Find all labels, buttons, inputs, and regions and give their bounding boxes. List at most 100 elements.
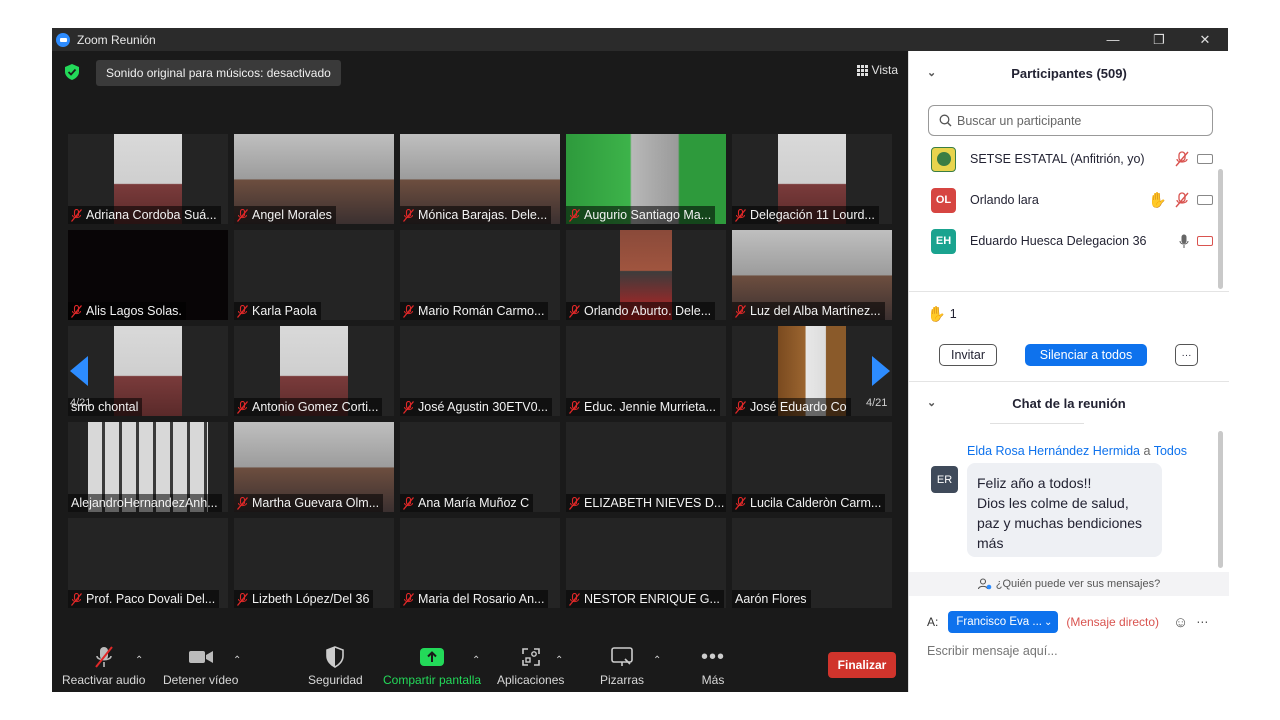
recipient-name: Todos bbox=[1153, 444, 1188, 458]
participant-name-label: Adriana Cordoba Suá... bbox=[68, 206, 221, 224]
chat-more-icon[interactable]: ⋯ bbox=[1196, 615, 1208, 629]
emoji-icon[interactable]: ☺ bbox=[1173, 614, 1188, 631]
participant-name-label: Educ. Jennie Murrieta... bbox=[566, 398, 721, 416]
people-icon bbox=[977, 578, 992, 590]
recipient-select[interactable]: Francisco Eva ... ⌄ bbox=[948, 611, 1059, 633]
avatar: EH bbox=[931, 228, 956, 254]
mute-all-button[interactable]: Silenciar a todos bbox=[1025, 344, 1147, 366]
more-button[interactable]: ••• Más bbox=[701, 645, 725, 688]
camera-icon[interactable] bbox=[1197, 195, 1213, 205]
participant-row[interactable]: OL Orlando lara ✋ bbox=[931, 180, 1213, 220]
view-label: Vista bbox=[871, 63, 898, 77]
participant-name: José Agustin 30ETV0... bbox=[418, 400, 548, 414]
mic-muted-icon bbox=[237, 208, 248, 222]
previous-page-arrow-icon[interactable] bbox=[70, 356, 88, 386]
raised-hands-number: 1 bbox=[949, 307, 957, 321]
camera-off-icon[interactable] bbox=[1197, 236, 1213, 246]
participant-name: Educ. Jennie Murrieta... bbox=[584, 400, 717, 414]
participant-tile[interactable]: Aarón Flores bbox=[732, 518, 892, 608]
participant-tile[interactable]: Adriana Cordoba Suá... bbox=[68, 134, 228, 224]
participant-tile[interactable]: smo chontal bbox=[68, 326, 228, 416]
share-screen-button[interactable]: Compartir pantalla bbox=[383, 645, 481, 687]
stop-video-button[interactable]: Detener vídeo bbox=[163, 645, 238, 687]
participant-tile[interactable]: Ana María Muñoz C bbox=[400, 422, 560, 512]
camera-icon[interactable] bbox=[1197, 154, 1213, 164]
who-can-see-messages-link[interactable]: ¿Quién puede ver sus mensajes? bbox=[909, 572, 1229, 596]
participant-tile[interactable]: Antonio Gomez Corti... bbox=[234, 326, 394, 416]
participant-name: Martha Guevara Olm... bbox=[252, 496, 380, 510]
mic-muted-icon bbox=[403, 208, 414, 222]
participant-tile[interactable]: Mario Román Carmo... bbox=[400, 230, 560, 320]
apps-options-caret[interactable]: ⌃ bbox=[555, 655, 563, 666]
participant-name-label: Karla Paola bbox=[234, 302, 321, 320]
participant-name-label: Antonio Gomez Corti... bbox=[234, 398, 383, 416]
participant-row[interactable]: SETSE ESTATAL (Anfitrión, yo) bbox=[931, 139, 1213, 179]
mic-muted-icon bbox=[569, 208, 580, 222]
participant-name: Aarón Flores bbox=[735, 592, 807, 606]
whiteboards-button[interactable]: Pizarras bbox=[600, 645, 644, 687]
participants-scrollbar[interactable] bbox=[1218, 169, 1223, 289]
participant-tile[interactable]: AlejandroHernandezAnh... bbox=[68, 422, 228, 512]
sound-badge-label: Sonido original para músicos: desactivad… bbox=[106, 66, 331, 80]
participant-tile[interactable]: Prof. Paco Dovali Del... bbox=[68, 518, 228, 608]
participant-tile[interactable]: Karla Paola bbox=[234, 230, 394, 320]
participant-tile[interactable]: Alis Lagos Solas. bbox=[68, 230, 228, 320]
chat-scrollbar[interactable] bbox=[1218, 431, 1223, 568]
participant-name: NESTOR ENRIQUE G... bbox=[584, 592, 720, 606]
whiteboards-options-caret[interactable]: ⌃ bbox=[653, 655, 661, 666]
chat-top-divider bbox=[990, 423, 1084, 424]
shield-icon bbox=[326, 646, 345, 668]
participant-name-label: Lizbeth López/Del 36 bbox=[234, 590, 374, 608]
mic-muted-icon[interactable] bbox=[1175, 151, 1189, 167]
minimize-button[interactable]: — bbox=[1090, 28, 1136, 51]
participant-tile[interactable]: Delegación 11 Lourd... bbox=[732, 134, 892, 224]
mic-icon[interactable] bbox=[1179, 234, 1189, 249]
participant-row[interactable]: EH Eduardo Huesca Delegacion 36 bbox=[931, 221, 1213, 261]
participant-tile[interactable]: Orlando Aburto. Dele... bbox=[566, 230, 726, 320]
participant-tile[interactable]: Augurio Santiago Ma... bbox=[566, 134, 726, 224]
mic-off-icon bbox=[94, 646, 113, 668]
share-options-caret[interactable]: ⌃ bbox=[472, 655, 480, 666]
raised-hand-icon: ✋ bbox=[1148, 192, 1167, 209]
apps-button[interactable]: Aplicaciones bbox=[497, 645, 564, 687]
collapse-chat-chevron-icon[interactable]: ⌄ bbox=[927, 396, 936, 409]
original-sound-badge[interactable]: Sonido original para músicos: desactivad… bbox=[96, 60, 341, 86]
mic-muted-icon bbox=[403, 496, 414, 510]
video-options-caret[interactable]: ⌃ bbox=[233, 655, 241, 666]
participant-search-input[interactable]: Buscar un participante bbox=[928, 105, 1213, 136]
participant-tile[interactable]: Angel Morales bbox=[234, 134, 394, 224]
unmute-audio-button[interactable]: Reactivar audio bbox=[62, 645, 145, 687]
participant-tile[interactable]: ELIZABETH NIEVES D... bbox=[566, 422, 726, 512]
collapse-participants-chevron-icon[interactable]: ⌄ bbox=[927, 66, 936, 79]
participant-tile[interactable]: Luz del Alba Martínez... bbox=[732, 230, 892, 320]
participant-tile[interactable]: Maria del Rosario An... bbox=[400, 518, 560, 608]
participant-tile[interactable]: Mónica Barajas. Dele... bbox=[400, 134, 560, 224]
mic-muted-icon bbox=[403, 592, 414, 606]
next-page-arrow-icon[interactable] bbox=[872, 356, 890, 386]
participant-name-label: Martha Guevara Olm... bbox=[234, 494, 384, 512]
participant-tile[interactable]: NESTOR ENRIQUE G... bbox=[566, 518, 726, 608]
close-button[interactable]: ✕ bbox=[1182, 28, 1228, 51]
end-meeting-button[interactable]: Finalizar bbox=[828, 652, 896, 678]
participant-name: Ana María Muñoz C bbox=[418, 496, 530, 510]
chat-message-input[interactable] bbox=[927, 640, 1217, 662]
participant-tile[interactable]: Martha Guevara Olm... bbox=[234, 422, 394, 512]
mic-muted-icon bbox=[71, 304, 82, 318]
restore-button[interactable]: ❐ bbox=[1136, 28, 1182, 51]
participant-tile[interactable]: Lucila Calderòn Carm... bbox=[732, 422, 892, 512]
view-button[interactable]: Vista bbox=[856, 63, 898, 77]
audio-options-caret[interactable]: ⌃ bbox=[135, 655, 143, 666]
participants-more-button[interactable]: ··· bbox=[1175, 344, 1198, 366]
participant-tile[interactable]: Educ. Jennie Murrieta... bbox=[566, 326, 726, 416]
participant-tile[interactable]: José Agustin 30ETV0... bbox=[400, 326, 560, 416]
security-button[interactable]: Seguridad bbox=[308, 645, 363, 687]
sender-name[interactable]: Elda Rosa Hernández Hermida bbox=[967, 444, 1140, 458]
mic-muted-icon[interactable] bbox=[1175, 192, 1189, 208]
invite-button[interactable]: Invitar bbox=[939, 344, 997, 366]
participants-title: Participantes (509) bbox=[1011, 65, 1127, 81]
security-shield-icon[interactable] bbox=[65, 64, 79, 80]
to-label: A: bbox=[927, 615, 939, 629]
chat-message-bubble[interactable]: Feliz año a todos!! Dios les colme de sa… bbox=[967, 463, 1162, 557]
zoom-logo-icon bbox=[56, 32, 70, 47]
participant-tile[interactable]: Lizbeth López/Del 36 bbox=[234, 518, 394, 608]
